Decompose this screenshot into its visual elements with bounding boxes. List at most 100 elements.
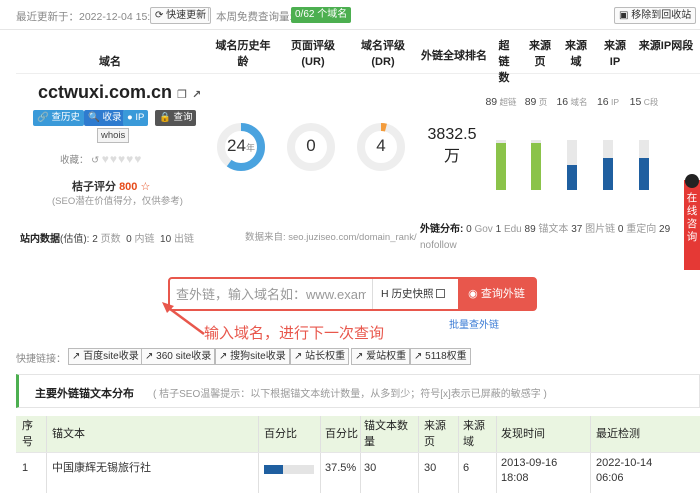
outlink-distribution: 外链分布: 0 Gov 1 Edu 89 锚文本 37 图片链 0 重定向 29…: [420, 222, 690, 254]
quick-aizhan-label: 爱站权重: [366, 351, 407, 362]
th-anchor-count: 锚文本数量: [364, 420, 408, 448]
quick-sogou-site[interactable]: ↗ 搜狗site收录: [215, 348, 290, 365]
quick-refresh-button[interactable]: ⟳ 快速更新: [150, 7, 212, 24]
quick-aizhan-weight[interactable]: ↗ 爱站权重: [351, 348, 411, 365]
th-anchor: 锚文本: [52, 428, 85, 440]
th-index: 序号: [22, 420, 33, 448]
score-row: 桔子评分 800 ☆: [72, 178, 150, 194]
age-unit: 年: [245, 143, 255, 153]
col-divider: [458, 416, 459, 493]
tag-lookup-label: 查询: [173, 112, 193, 123]
col-divider: [360, 416, 361, 493]
history-snapshot-toggle[interactable]: H 历史快照: [372, 279, 458, 309]
edu-unit: Edu: [503, 224, 522, 235]
star-icon: ☆: [140, 181, 151, 193]
divider: [208, 8, 209, 21]
quota-badge: 0/62 个域名: [291, 7, 352, 23]
external-link-icon[interactable]: ↗: [192, 89, 201, 101]
col-source-pages: 来源页: [529, 40, 551, 68]
link-bar-fill: [639, 157, 649, 190]
cell-index: 1: [22, 462, 29, 474]
link-bar-unit: IP: [608, 97, 620, 107]
quick-baidu-site[interactable]: ↗ 百度site收录: [68, 348, 143, 365]
station-estimate: (估值): [60, 234, 87, 245]
annotation-text: 输入域名，进行下一次查询: [204, 325, 385, 342]
out-unit: 出链: [173, 234, 194, 245]
batch-search-link[interactable]: 批量查外链: [449, 316, 499, 331]
col-source-ip: 来源IP: [604, 40, 626, 68]
top-bar: 最近更新于：2022-12-04 15:23 ⟳ 快速更新 本周免费查询量: 0…: [0, 0, 700, 30]
quick-5118-label: 5118权重: [425, 351, 467, 362]
col-divider: [418, 416, 419, 493]
tag-index-label: 收录: [102, 112, 122, 123]
ur-value: 0: [306, 136, 316, 155]
recycle-label: 移除到回收站: [631, 10, 692, 21]
quick-zhanzhang-weight[interactable]: ↗ 站长权重: [290, 348, 350, 365]
tag-lookup[interactable]: 🔒 查询: [155, 110, 197, 126]
search-outlinks-button[interactable]: ◉ 查询外链: [458, 279, 535, 309]
score-label: 桔子评分: [72, 181, 116, 193]
col-source-ip-segments: 来源IP网段: [638, 40, 694, 52]
copy-icon[interactable]: ❐: [177, 89, 187, 101]
link-bar-label: 16 IP: [591, 96, 625, 108]
anchor-value: 89: [524, 224, 536, 235]
cell-found-time: 2013-09-16 18:08: [501, 457, 558, 484]
link-bar-value: 89: [524, 96, 537, 108]
edu-value: 1: [495, 224, 502, 235]
domain-text: cctwuxi.com.cn: [38, 82, 173, 102]
th-percent: 百分比: [325, 428, 358, 440]
quick-360-label: 360 site收录: [156, 351, 212, 362]
collect-row: 收藏： ↺ ♥♥♥♥♥: [60, 152, 142, 166]
col-divider: [590, 416, 591, 493]
col-global-rank: 外链全球排名: [421, 50, 487, 62]
collect-label: 收藏：: [60, 155, 89, 166]
tag-index[interactable]: 🔍 收录: [84, 110, 126, 126]
image-link-unit: 图片链: [585, 224, 616, 235]
refresh-icon: ⟳: [155, 10, 164, 21]
image-link-value: 37: [571, 224, 583, 235]
online-consult-widget[interactable]: 在线咨询: [684, 174, 700, 270]
link-bar-label: 89 超链: [484, 96, 518, 108]
col-divider: [258, 416, 259, 493]
quick-sogou-label: 搜狗site收录: [230, 351, 286, 362]
inner-unit: 内链: [134, 234, 155, 245]
cell-percent: 37.5%: [325, 462, 357, 474]
th-source-pages: 来源页: [424, 420, 446, 448]
link-bar-label: 16 域名: [555, 96, 589, 108]
tag-history[interactable]: 🔗 查历史: [33, 110, 84, 126]
station-label: 站内数据: [20, 234, 60, 245]
eye-icon: ◉: [468, 288, 478, 300]
quick-360-site[interactable]: ↗ 360 site收录: [141, 348, 216, 365]
inner-value: 0: [126, 234, 132, 245]
redirect-value: 0: [617, 224, 624, 235]
history-snapshot-checkbox[interactable]: [435, 289, 445, 298]
link-bar-label: 15 C段: [627, 96, 661, 108]
heart-icon[interactable]: ♥♥♥♥♥: [102, 152, 143, 166]
link-bar-fill: [496, 142, 506, 190]
section-note: ( 桔子SEO温馨提示：以下根据锚文本统计数量，从多到少；符号[x]表示已屏蔽的…: [153, 389, 547, 400]
cell-last-checked: 2022-10-14 06:06: [596, 457, 653, 484]
nofollow-unit: nofollow: [420, 240, 457, 251]
link-bar: [639, 140, 649, 190]
whois-button[interactable]: whois: [97, 128, 130, 143]
quick-refresh-label: 快速更新: [166, 10, 207, 21]
link-bar-value: 16: [556, 96, 569, 108]
refresh-icon[interactable]: ↺: [91, 155, 99, 166]
quick-links-label: 快捷链接：: [16, 354, 66, 365]
quick-5118-weight[interactable]: ↗ 5118权重: [410, 348, 471, 365]
dr-value: 4: [376, 136, 386, 155]
age-value: 24年: [222, 136, 260, 156]
cell-anchor-count: 30: [364, 462, 377, 474]
annotation-arrow: [162, 302, 205, 336]
source-note: 数据来自: seo.juziseo.com/domain_rank/: [245, 232, 417, 243]
mascot-icon: [685, 174, 699, 188]
search-box: H 历史快照 ◉ 查询外链: [168, 277, 537, 311]
tag-ip[interactable]: ● IP: [123, 110, 149, 126]
global-rank-value: 3832.5万: [427, 126, 477, 165]
tag-history-label: 查历史: [51, 112, 80, 123]
col-domain: 域名: [99, 56, 121, 68]
col-superlinks: 超链数: [498, 40, 510, 84]
link-bar-value: 15: [629, 96, 642, 108]
move-to-recycle-button[interactable]: ▣ 移除到回收站: [614, 7, 697, 24]
link-bar-unit: 页: [536, 97, 548, 107]
